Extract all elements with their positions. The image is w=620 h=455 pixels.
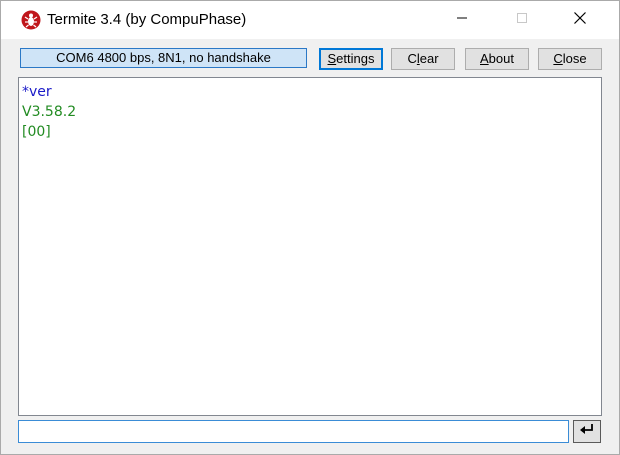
command-input[interactable] bbox=[18, 420, 569, 443]
window-close-button[interactable] bbox=[557, 1, 603, 39]
close-button[interactable]: Close bbox=[538, 48, 602, 70]
connection-status[interactable]: COM6 4800 bps, 8N1, no handshake bbox=[20, 48, 307, 68]
clear-button[interactable]: Clear bbox=[391, 48, 455, 70]
maximize-button bbox=[499, 1, 545, 39]
title-bar[interactable]: Termite 3.4 (by CompuPhase) bbox=[1, 1, 619, 39]
about-button[interactable]: About bbox=[465, 48, 529, 70]
close-label-accel: C bbox=[553, 51, 563, 66]
terminal-line-echo: *ver bbox=[22, 84, 52, 100]
minimize-button[interactable] bbox=[439, 1, 485, 39]
toolbar: COM6 4800 bps, 8N1, no handshake Setting… bbox=[1, 39, 619, 75]
clear-label-pre: C bbox=[407, 51, 417, 66]
enter-return-icon bbox=[579, 422, 595, 441]
settings-button[interactable]: Settings bbox=[319, 48, 383, 70]
settings-label-post: ettings bbox=[336, 51, 375, 66]
termite-window: Termite 3.4 (by CompuPhase) COM6 4800 bp… bbox=[0, 0, 620, 455]
close-label-post: lose bbox=[562, 51, 587, 66]
about-label-post: bout bbox=[488, 51, 514, 66]
settings-label-accel: S bbox=[327, 51, 337, 66]
window-title: Termite 3.4 (by CompuPhase) bbox=[47, 11, 247, 28]
send-button[interactable] bbox=[573, 420, 601, 443]
termite-bug-icon bbox=[21, 10, 41, 30]
terminal-output[interactable]: *ver V3.58.2 [00] bbox=[18, 77, 602, 416]
minimize-icon bbox=[456, 11, 468, 29]
maximize-icon bbox=[516, 11, 528, 29]
about-label-accel: A bbox=[480, 51, 489, 66]
clear-label-post: ear bbox=[419, 51, 439, 66]
close-icon bbox=[573, 11, 587, 30]
terminal-line-received: V3.58.2 bbox=[22, 104, 77, 120]
terminal-line-received: [00] bbox=[22, 124, 51, 140]
